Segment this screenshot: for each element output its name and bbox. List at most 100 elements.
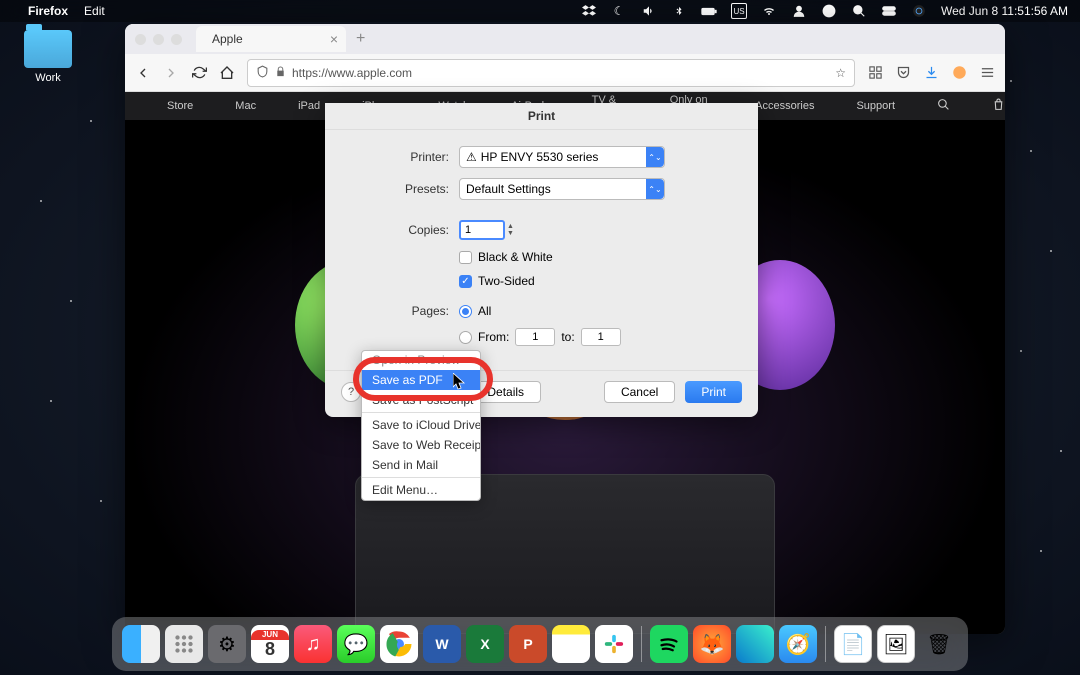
- nav-ipad[interactable]: iPad: [298, 100, 320, 112]
- menu-open-preview[interactable]: Open in Preview: [362, 351, 480, 370]
- downloads-icon[interactable]: [923, 65, 939, 81]
- extensions-icon[interactable]: [867, 65, 883, 81]
- bw-label: Black & White: [478, 250, 553, 264]
- dock-chrome[interactable]: [380, 625, 418, 663]
- wifi-icon[interactable]: [761, 3, 777, 19]
- bw-checkbox[interactable]: [459, 251, 472, 264]
- nav-store[interactable]: Store: [167, 100, 193, 112]
- spotlight-icon[interactable]: [851, 3, 867, 19]
- url-text: https://www.apple.com: [292, 66, 412, 80]
- app-menu-icon[interactable]: [979, 65, 995, 81]
- folder-label: Work: [20, 72, 76, 84]
- clock-icon[interactable]: [821, 3, 837, 19]
- reload-button[interactable]: [191, 65, 207, 81]
- app-name[interactable]: Firefox: [28, 4, 68, 18]
- menu-save-receipts[interactable]: Save to Web Receipts: [362, 435, 480, 455]
- dock-notes[interactable]: [552, 625, 590, 663]
- dock-edge[interactable]: [736, 625, 774, 663]
- clock-text[interactable]: Wed Jun 8 11:51:56 AM: [941, 4, 1068, 18]
- cancel-button[interactable]: Cancel: [604, 381, 675, 403]
- dock-launchpad[interactable]: [165, 625, 203, 663]
- do-not-disturb-icon[interactable]: ☾: [611, 3, 627, 19]
- dock-calendar[interactable]: JUN8: [251, 625, 289, 663]
- pocket-icon[interactable]: [895, 65, 911, 81]
- input-source-icon[interactable]: US: [731, 3, 747, 19]
- two-sided-label: Two-Sided: [478, 274, 535, 288]
- printer-select[interactable]: ⚠ HP ENVY 5530 series ⌃⌄: [459, 146, 665, 168]
- account-icon[interactable]: [951, 65, 967, 81]
- dock-safari[interactable]: 🧭: [779, 625, 817, 663]
- dock-textedit[interactable]: 📄: [834, 625, 872, 663]
- nav-bag-icon[interactable]: [992, 98, 1005, 114]
- back-button[interactable]: [135, 65, 151, 81]
- dock-powerpoint[interactable]: P: [509, 625, 547, 663]
- close-tab-icon[interactable]: ×: [330, 31, 338, 47]
- nav-mac[interactable]: Mac: [235, 100, 256, 112]
- battery-icon[interactable]: [701, 3, 717, 19]
- control-center-icon[interactable]: [881, 3, 897, 19]
- dock-word[interactable]: W: [423, 625, 461, 663]
- home-button[interactable]: [219, 65, 235, 81]
- dock-firefox[interactable]: 🦊: [693, 625, 731, 663]
- chevron-updown-icon: ⌃⌄: [646, 147, 664, 167]
- presets-select[interactable]: Default Settings ⌃⌄: [459, 178, 665, 200]
- nav-search-icon[interactable]: [937, 98, 950, 114]
- edit-menu[interactable]: Edit: [84, 4, 105, 18]
- tab-apple[interactable]: Apple ×: [196, 26, 346, 52]
- url-bar[interactable]: https://www.apple.com ☆: [247, 59, 855, 87]
- forward-button[interactable]: [163, 65, 179, 81]
- tab-title: Apple: [212, 32, 243, 46]
- pages-to-input[interactable]: [581, 328, 621, 346]
- pages-from-input[interactable]: [515, 328, 555, 346]
- dock-excel[interactable]: X: [466, 625, 504, 663]
- two-sided-checkbox[interactable]: ✓: [459, 275, 472, 288]
- menubar: Firefox Edit ☾ US Wed Jun 8 11:51:56 AM: [0, 0, 1080, 22]
- dock: ⚙ JUN8 ♫ 💬 W X P 🦊 🧭 📄 🖼 🗑: [112, 617, 968, 671]
- menu-save-as-postscript[interactable]: Save as PostScript: [362, 390, 480, 410]
- shield-icon[interactable]: [256, 65, 269, 81]
- tab-strip: Apple × +: [125, 24, 1005, 54]
- nav-support[interactable]: Support: [856, 100, 895, 112]
- lock-icon[interactable]: [275, 66, 286, 80]
- pages-all-radio[interactable]: [459, 305, 472, 318]
- help-button[interactable]: ?: [341, 382, 361, 402]
- copies-input[interactable]: [459, 220, 505, 240]
- desktop-folder-work[interactable]: Work: [20, 30, 76, 84]
- pages-all-label: All: [478, 304, 491, 318]
- bookmark-star-icon[interactable]: ☆: [835, 66, 846, 80]
- dock-trash[interactable]: 🗑: [920, 625, 958, 663]
- close-window-button[interactable]: [135, 34, 146, 45]
- menu-edit[interactable]: Edit Menu…: [362, 480, 480, 500]
- menu-separator: [362, 412, 480, 413]
- print-button[interactable]: Print: [685, 381, 742, 403]
- dock-finder[interactable]: [122, 625, 160, 663]
- menu-save-as-pdf[interactable]: Save as PDF: [362, 370, 480, 390]
- pdf-dropdown-menu: Open in Preview Save as PDF Save as Post…: [361, 350, 481, 501]
- dock-messages[interactable]: 💬: [337, 625, 375, 663]
- nav-accessories[interactable]: Accessories: [755, 100, 814, 112]
- user-icon[interactable]: [791, 3, 807, 19]
- dock-slack[interactable]: [595, 625, 633, 663]
- dock-settings[interactable]: ⚙: [208, 625, 246, 663]
- dock-separator: [641, 626, 642, 662]
- menu-save-icloud[interactable]: Save to iCloud Drive: [362, 415, 480, 435]
- menu-send-mail[interactable]: Send in Mail: [362, 455, 480, 475]
- dock-separator: [825, 626, 826, 662]
- minimize-window-button[interactable]: [153, 34, 164, 45]
- volume-icon[interactable]: [641, 3, 657, 19]
- siri-icon[interactable]: [911, 3, 927, 19]
- zoom-window-button[interactable]: [171, 34, 182, 45]
- chevron-updown-icon: ⌃⌄: [646, 179, 664, 199]
- dock-preview[interactable]: 🖼: [877, 625, 915, 663]
- dropbox-icon[interactable]: [581, 3, 597, 19]
- pages-range-radio[interactable]: [459, 331, 472, 344]
- dock-spotify[interactable]: [650, 625, 688, 663]
- new-tab-button[interactable]: +: [356, 30, 365, 48]
- bluetooth-icon[interactable]: [671, 3, 687, 19]
- printer-label: Printer:: [349, 150, 459, 164]
- pages-from-label: From:: [478, 330, 509, 344]
- presets-label: Presets:: [349, 182, 459, 196]
- copies-stepper[interactable]: ▲▼: [507, 220, 519, 240]
- dialog-title: Print: [325, 103, 758, 130]
- dock-music[interactable]: ♫: [294, 625, 332, 663]
